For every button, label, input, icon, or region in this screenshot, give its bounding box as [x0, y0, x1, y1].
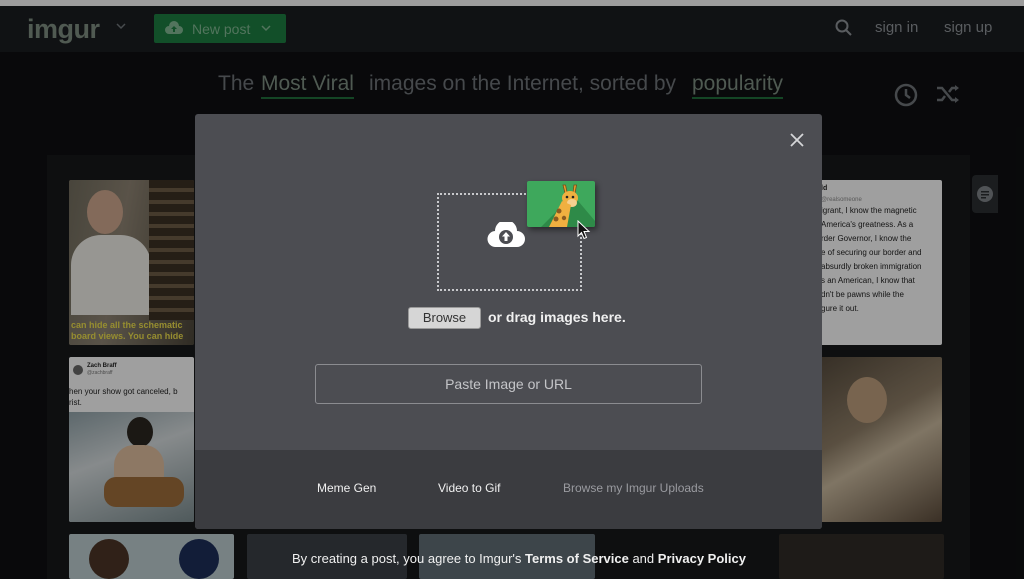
paste-url-input[interactable]: Paste Image or URL: [315, 364, 702, 404]
terms-and: and: [632, 551, 655, 566]
terms-notice: By creating a post, you agree to Imgur's…: [292, 551, 746, 566]
mouse-cursor-icon: [577, 220, 591, 240]
cloud-upload-icon: [487, 222, 525, 248]
modal-footer: Meme Gen Video to Gif Browse my Imgur Up…: [195, 450, 822, 529]
terms-prefix: By creating a post, you agree to Imgur's: [292, 551, 522, 566]
browse-uploads-link[interactable]: Browse my Imgur Uploads: [563, 481, 704, 495]
browse-button[interactable]: Browse: [408, 307, 481, 329]
close-icon[interactable]: [789, 132, 805, 148]
terms-of-service-link[interactable]: Terms of Service: [525, 551, 629, 566]
upload-modal: Browse or drag images here. Paste Image …: [195, 114, 822, 529]
privacy-policy-link[interactable]: Privacy Policy: [658, 551, 746, 566]
drag-hint: or drag images here.: [488, 309, 626, 325]
meme-gen-link[interactable]: Meme Gen: [317, 481, 376, 495]
video-to-gif-link[interactable]: Video to Gif: [438, 481, 500, 495]
